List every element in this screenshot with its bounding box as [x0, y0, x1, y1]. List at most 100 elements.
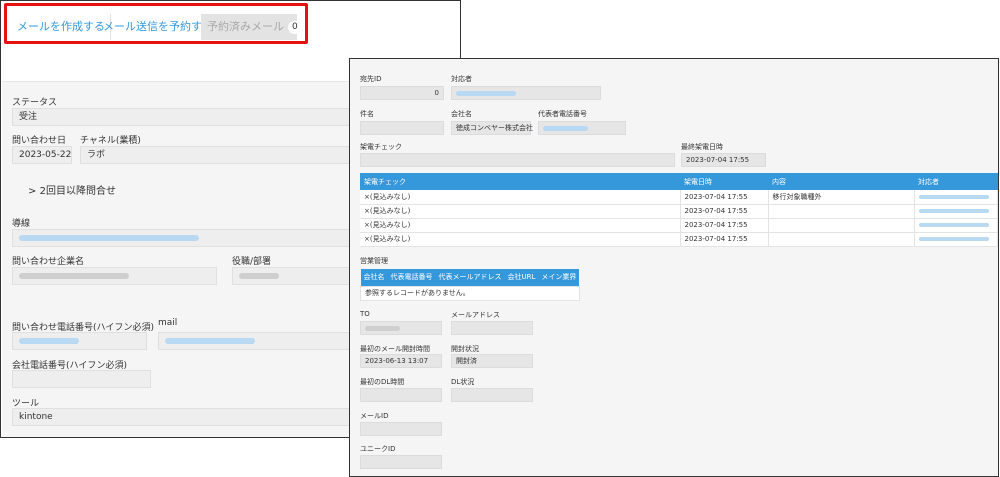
table-cell[interactable]: [914, 232, 998, 247]
redacted-phone: [19, 337, 79, 344]
dest-id-label: 宛先ID: [360, 75, 382, 83]
open-status-label: 開封状況: [451, 345, 479, 353]
repeat-inquiry-label: 2回目以降問合せ: [39, 186, 116, 197]
table-cell: ×(見込みなし): [360, 190, 681, 205]
table-cell[interactable]: [914, 190, 998, 205]
table-header: 内容: [768, 173, 914, 190]
company-phone-field[interactable]: [12, 370, 151, 388]
table-row: ×(見込みなし) 2023-07-04 17:55 移行対象職種外: [360, 190, 998, 205]
scheduled-count-badge: 0: [288, 21, 302, 34]
table-header: メイン業界: [538, 269, 580, 286]
call-record-window: 宛先ID 0 対応者 件名 会社名 徳成コンベヤー株式会社 代表者電話番号 架電…: [349, 58, 999, 477]
source-label: 導線: [12, 219, 31, 229]
status-field[interactable]: 受注: [12, 108, 357, 126]
mail-address-label: メールアドレス: [451, 311, 500, 319]
redacted-to: [365, 325, 400, 331]
tab-compose-mail[interactable]: メールを作成する: [17, 14, 111, 40]
redacted-rep-phone: [543, 125, 588, 131]
company-name-label: 会社名: [451, 110, 472, 118]
rep-phone-field[interactable]: [538, 121, 626, 135]
empty-message: 参照するレコードがありません。: [360, 285, 580, 301]
inquiry-date-field[interactable]: 2023-05-22: [12, 146, 72, 164]
table-header: 代表電話番号: [387, 269, 436, 286]
company-field[interactable]: [12, 267, 217, 285]
mail-id-field[interactable]: [360, 422, 442, 436]
mail-label: mail: [158, 318, 178, 328]
tab-scheduled-mail[interactable]: 予約済みメール 0: [201, 14, 302, 40]
chevron-right-icon: >: [28, 186, 37, 197]
mail-field[interactable]: [158, 332, 357, 350]
table-cell: ×(見込みなし): [360, 232, 681, 247]
responder-field[interactable]: [451, 86, 601, 100]
tool-field[interactable]: kintone: [12, 408, 357, 426]
table-cell: [768, 232, 915, 247]
status-label: ステータス: [12, 98, 58, 108]
table-header-row: 会社名 代表電話番号 代表メールアドレス 会社URL メイン業界: [360, 269, 580, 286]
redacted-company: [19, 272, 129, 279]
table-cell: 移行対象職種外: [768, 190, 915, 205]
position-field[interactable]: [232, 267, 357, 285]
table-cell: [768, 204, 915, 219]
call-check-label: 架電チェック: [360, 143, 402, 151]
redacted-responder: [456, 90, 516, 96]
dl-status-field[interactable]: [451, 388, 533, 402]
mail-id-label: メールID: [360, 412, 389, 420]
repeat-inquiry-accordion[interactable]: > 2回目以降問合せ: [28, 182, 116, 197]
company-name-field[interactable]: 徳成コンベヤー株式会社: [451, 121, 533, 135]
table-cell: 2023-07-04 17:55: [680, 204, 769, 219]
table-cell: 2023-07-04 17:55: [680, 190, 769, 205]
source-field[interactable]: [12, 229, 357, 247]
rep-phone-label: 代表者電話番号: [538, 110, 587, 118]
redacted-url: [19, 234, 199, 241]
company-label: 問い合わせ企業名: [12, 257, 85, 267]
mail-address-field[interactable]: [451, 321, 533, 335]
sales-label: 営業管理: [360, 257, 388, 265]
first-dl-field[interactable]: [360, 388, 442, 402]
table-cell[interactable]: [914, 218, 998, 233]
table-header: 架電日時: [680, 173, 768, 190]
table-row: ×(見込みなし) 2023-07-04 17:55: [360, 218, 998, 233]
subject-field[interactable]: [360, 121, 444, 135]
table-header: 代表メールアドレス: [435, 269, 505, 286]
first-dl-label: 最初のDL時間: [360, 378, 405, 386]
inquiry-date-label: 問い合わせ日: [12, 136, 67, 146]
open-status-field[interactable]: 開封済: [451, 354, 533, 368]
phone-field[interactable]: [12, 332, 147, 350]
tab-scheduled-label: 予約済みメール: [207, 20, 284, 33]
unique-id-field[interactable]: [360, 455, 442, 469]
last-call-field[interactable]: 2023-07-04 17:55: [681, 153, 766, 167]
subject-label: 件名: [360, 110, 374, 118]
table-cell: 2023-07-04 17:55: [680, 218, 769, 233]
redacted-position: [239, 272, 279, 279]
table-cell: ×(見込みなし): [360, 218, 681, 233]
channel-label: チャネル(業積): [80, 136, 141, 146]
redacted-responder-link: [918, 223, 989, 227]
redacted-mail: [165, 337, 255, 344]
dl-status-label: DL状況: [451, 378, 475, 386]
redacted-responder-link: [918, 209, 989, 213]
table-header: 架電チェック: [360, 173, 680, 190]
first-open-label: 最初のメール開封時間: [360, 345, 430, 353]
call-check-field[interactable]: [360, 153, 675, 167]
mail-tab-bar: メールを作成する メール送信を予約する 予約済みメール 0: [4, 3, 308, 44]
unique-id-label: ユニークID: [360, 445, 396, 453]
channel-field[interactable]: ラボ: [80, 146, 357, 164]
table-cell: ×(見込みなし): [360, 204, 681, 219]
to-label: TO: [360, 310, 370, 318]
redacted-responder-link: [918, 194, 989, 199]
table-header-row: 架電チェック 架電日時 内容 対応者: [360, 173, 998, 190]
responder-label: 対応者: [451, 75, 472, 83]
table-cell: 2023-07-04 17:55: [680, 232, 769, 247]
table-row: 参照するレコードがありません。: [360, 285, 580, 301]
sales-table: 会社名 代表電話番号 代表メールアドレス 会社URL メイン業界 参照するレコー…: [360, 269, 580, 301]
table-header: 会社名: [360, 269, 388, 286]
table-cell[interactable]: [914, 204, 998, 219]
to-field[interactable]: [360, 321, 442, 335]
dest-id-field[interactable]: 0: [360, 86, 444, 100]
table-row: ×(見込みなし) 2023-07-04 17:55: [360, 232, 998, 247]
last-call-label: 最終架電日時: [681, 143, 723, 151]
table-header: 対応者: [914, 173, 998, 190]
first-open-field[interactable]: 2023-06-13 13:07: [360, 354, 442, 368]
position-label: 役職/部署: [232, 257, 272, 267]
table-row: ×(見込みなし) 2023-07-04 17:55: [360, 204, 998, 219]
